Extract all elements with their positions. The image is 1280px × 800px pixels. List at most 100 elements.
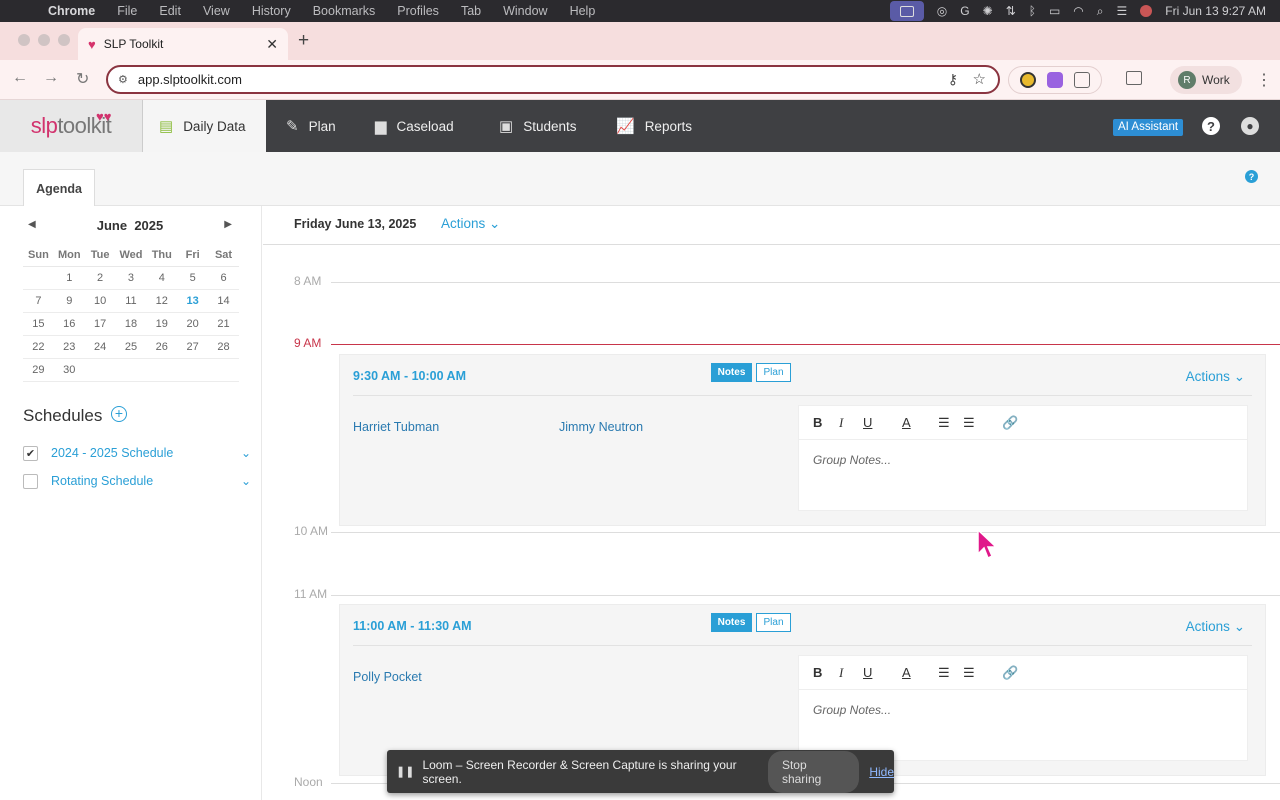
- chevron-down-icon[interactable]: ⌄: [241, 446, 251, 460]
- nav-plan[interactable]: ✎ Plan: [286, 100, 336, 152]
- menu-edit[interactable]: Edit: [159, 4, 181, 18]
- chevron-down-icon[interactable]: ⌄: [241, 474, 251, 488]
- bold-icon[interactable]: B: [813, 665, 822, 680]
- control-center-icon[interactable]: ☰: [1117, 4, 1128, 18]
- more-menu-icon[interactable]: ⋮: [1256, 70, 1272, 90]
- schedule-label[interactable]: 2024 - 2025 Schedule: [51, 446, 241, 460]
- student-link[interactable]: Jimmy Neutron: [559, 420, 643, 434]
- schedule-checkbox[interactable]: [23, 473, 38, 489]
- calendar-day[interactable]: 27: [177, 335, 209, 359]
- calendar-day[interactable]: 17: [84, 312, 116, 336]
- tab-search-icon[interactable]: [1126, 71, 1142, 85]
- menu-view[interactable]: View: [203, 4, 230, 18]
- calendar-day[interactable]: 22: [23, 335, 54, 359]
- ai-assistant-button[interactable]: AI Assistant: [1113, 119, 1184, 136]
- password-key-icon[interactable]: ⚷: [948, 71, 958, 88]
- calendar-day[interactable]: 28: [208, 335, 239, 359]
- user-account-icon[interactable]: ●: [1241, 117, 1259, 135]
- calendar-day[interactable]: 30: [53, 358, 85, 382]
- student-link[interactable]: Polly Pocket: [353, 670, 422, 684]
- schedule-item[interactable]: Rotating Schedule ⌄: [23, 471, 251, 491]
- calendar-day[interactable]: 12: [146, 289, 178, 313]
- site-info-icon[interactable]: ⚙: [118, 73, 128, 86]
- status-icon[interactable]: ◎: [937, 4, 947, 18]
- slp-toolkit-logo[interactable]: slptoolkit ♥♥: [0, 100, 143, 152]
- group-notes-editor[interactable]: B I U A ☰ ☰ 🔗 Group Notes...: [798, 405, 1248, 511]
- puzzle-extensions-icon[interactable]: [1073, 72, 1090, 88]
- notes-button[interactable]: Notes: [711, 613, 752, 632]
- close-tab-icon[interactable]: ✕: [266, 36, 278, 53]
- spotlight-search-icon[interactable]: ⌕: [1097, 4, 1104, 19]
- notes-button[interactable]: Notes: [711, 363, 752, 382]
- underline-icon[interactable]: U: [863, 665, 872, 680]
- calendar-day[interactable]: 14: [208, 289, 239, 313]
- link-icon[interactable]: 🔗: [1002, 665, 1018, 681]
- link-icon[interactable]: 🔗: [1002, 415, 1018, 431]
- menubar-clock[interactable]: Fri Jun 13 9:27 AM: [1165, 4, 1266, 18]
- maximize-window-button[interactable]: [58, 34, 70, 46]
- menu-profiles[interactable]: Profiles: [397, 4, 439, 18]
- nav-caseload[interactable]: ▆ Caseload: [375, 100, 454, 152]
- schedule-item[interactable]: ✔ 2024 - 2025 Schedule ⌄: [23, 443, 251, 463]
- calendar-day[interactable]: 18: [115, 312, 147, 336]
- calendar-day[interactable]: 10: [84, 289, 116, 313]
- calendar-day[interactable]: 26: [146, 335, 178, 359]
- calendar-day[interactable]: 3: [115, 266, 147, 290]
- hide-banner-link[interactable]: Hide: [869, 765, 894, 779]
- calendar-day-today[interactable]: 13: [177, 289, 209, 313]
- browser-tab[interactable]: ♥ SLP Toolkit ✕: [78, 28, 288, 60]
- next-month-icon[interactable]: ▶: [224, 219, 232, 230]
- calendar-day[interactable]: 2: [84, 266, 116, 290]
- network-icon[interactable]: ⇅: [1006, 4, 1016, 18]
- menu-file[interactable]: File: [117, 4, 137, 18]
- help-icon[interactable]: ?: [1245, 170, 1258, 183]
- plan-button[interactable]: Plan: [756, 613, 791, 632]
- back-icon[interactable]: ←: [12, 69, 28, 87]
- add-schedule-icon[interactable]: +: [111, 406, 127, 422]
- calendar-day[interactable]: 6: [208, 266, 239, 290]
- bullet-list-icon[interactable]: ☰: [963, 415, 975, 431]
- group-notes-placeholder[interactable]: Group Notes...: [799, 440, 1247, 510]
- forward-icon[interactable]: →: [43, 69, 59, 87]
- menu-help[interactable]: Help: [570, 4, 596, 18]
- bookmark-star-icon[interactable]: ☆: [973, 70, 986, 88]
- calendar-day[interactable]: 20: [177, 312, 209, 336]
- stop-sharing-button[interactable]: Stop sharing: [767, 750, 860, 793]
- schedule-label[interactable]: Rotating Schedule: [51, 474, 241, 488]
- bold-icon[interactable]: B: [813, 415, 822, 430]
- calendar-day[interactable]: 23: [53, 335, 85, 359]
- menu-tab[interactable]: Tab: [461, 4, 481, 18]
- minimize-window-button[interactable]: [38, 34, 50, 46]
- nav-daily-data[interactable]: ▤ Daily Data: [143, 100, 266, 152]
- plan-button[interactable]: Plan: [756, 363, 791, 382]
- siri-icon[interactable]: [1140, 5, 1153, 17]
- italic-icon[interactable]: I: [839, 665, 843, 681]
- battery-icon[interactable]: ▭: [1049, 4, 1060, 18]
- openai-icon[interactable]: ✺: [983, 4, 993, 18]
- calendar-day[interactable]: 19: [146, 312, 178, 336]
- calendar-day[interactable]: 1: [53, 266, 85, 290]
- menu-chrome[interactable]: Chrome: [48, 4, 95, 18]
- student-link[interactable]: Harriet Tubman: [353, 420, 439, 434]
- reload-icon[interactable]: ↻: [76, 69, 89, 89]
- menu-history[interactable]: History: [252, 4, 291, 18]
- session-actions-dropdown[interactable]: Actions ⌄: [1186, 369, 1245, 385]
- calendar-day[interactable]: 21: [208, 312, 239, 336]
- text-color-icon[interactable]: A: [902, 415, 911, 430]
- extension-icon[interactable]: [1046, 72, 1063, 88]
- calendar-day[interactable]: 7: [23, 289, 54, 313]
- calendar-day[interactable]: 29: [23, 358, 54, 382]
- text-color-icon[interactable]: A: [902, 665, 911, 680]
- tab-agenda[interactable]: Agenda: [23, 169, 95, 207]
- nav-students[interactable]: ▣ Students: [499, 100, 576, 152]
- calendar-day[interactable]: 16: [53, 312, 85, 336]
- bluetooth-icon[interactable]: ᛒ: [1029, 4, 1036, 18]
- group-notes-editor[interactable]: B I U A ☰ ☰ 🔗 Group Notes...: [798, 655, 1248, 761]
- session-card[interactable]: 9:30 AM - 10:00 AM Notes Plan Actions ⌄ …: [339, 354, 1266, 526]
- calendar-day[interactable]: 11: [115, 289, 147, 313]
- ordered-list-icon[interactable]: ☰: [938, 665, 950, 681]
- wifi-icon[interactable]: ◠: [1073, 4, 1083, 18]
- new-tab-icon[interactable]: +: [298, 30, 309, 52]
- italic-icon[interactable]: I: [839, 415, 843, 431]
- pause-icon[interactable]: ❚❚: [396, 765, 414, 778]
